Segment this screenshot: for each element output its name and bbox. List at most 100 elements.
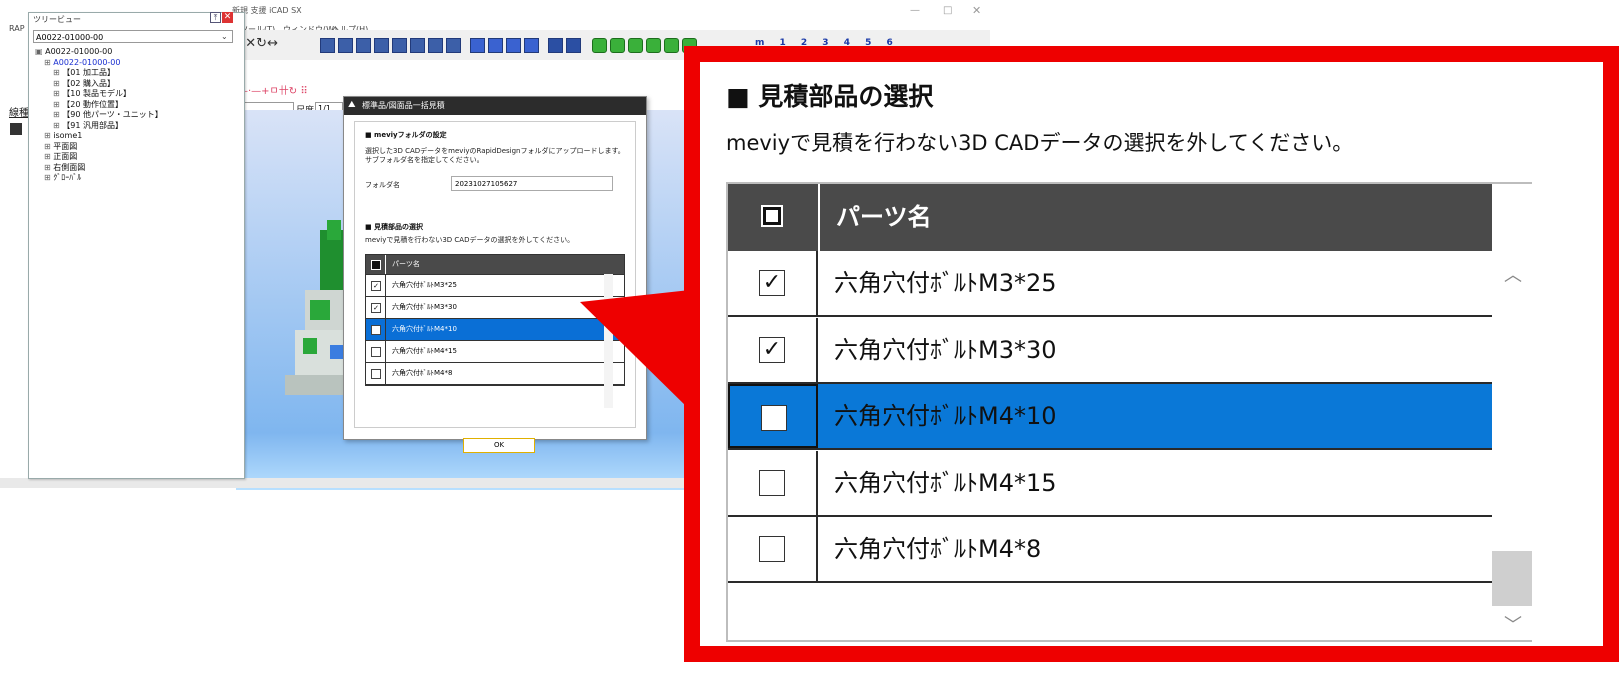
table-row[interactable]: 六角穴付ﾎﾞﾙﾄM4*10: [728, 384, 1492, 450]
toolbar-icon[interactable]: [10, 123, 22, 135]
view-icon[interactable]: [446, 38, 461, 53]
row-checkbox[interactable]: ✓: [366, 297, 386, 318]
tree-item[interactable]: ⊞ ｸﾞﾛｰﾊﾞﾙ: [29, 173, 239, 184]
tree-view-selector[interactable]: A0022-01000-00: [33, 30, 233, 43]
tree-item[interactable]: ⊞ 【90 他パーツ・ユニット】: [29, 110, 239, 121]
ok-button[interactable]: OK: [463, 438, 535, 453]
tree-node-icon: ⊞: [44, 57, 54, 67]
minimize-icon[interactable]: —: [910, 5, 920, 16]
row-checkbox[interactable]: [728, 517, 818, 581]
tree-item[interactable]: ⊞ 【20 動作位置】: [29, 100, 239, 111]
layer-icon[interactable]: [592, 38, 607, 53]
tree-item-label: 【01 加工品】: [62, 68, 115, 77]
redo-icon[interactable]: [566, 38, 581, 53]
tree-item[interactable]: ⊞ isome1: [29, 131, 239, 142]
tree-item[interactable]: ⊞ 平面図: [29, 142, 239, 153]
part-name: 六角穴付ﾎﾞﾙﾄM4*15: [834, 468, 1057, 497]
folder-section-heading: ■ meviyフォルダの設定: [365, 131, 447, 139]
close-icon[interactable]: ✕: [972, 4, 981, 17]
checkbox-icon: [759, 536, 785, 562]
view-icon[interactable]: [320, 38, 335, 53]
view-icon[interactable]: [374, 38, 389, 53]
view-icon[interactable]: [410, 38, 425, 53]
tree-item[interactable]: ▣ A0022-01000-00: [29, 47, 239, 58]
tree-item-label: 【02 購入品】: [62, 78, 115, 88]
tree-item[interactable]: ⊞ A0022-01000-00: [29, 58, 239, 69]
row-checkbox[interactable]: [728, 450, 818, 515]
tree-item[interactable]: ⊞ 【91 汎用部品】: [29, 121, 239, 132]
maximize-icon[interactable]: □: [943, 5, 952, 16]
layer-icon[interactable]: [646, 38, 661, 53]
tree-item-label: 【90 他パーツ・ユニット】: [62, 110, 163, 119]
folder-name-input[interactable]: 20231027105627: [451, 176, 613, 191]
table-row[interactable]: 六角穴付ﾎﾞﾙﾄM4*15: [728, 450, 1492, 517]
undo-icon[interactable]: [548, 38, 563, 53]
select-all-checkbox[interactable]: [366, 255, 386, 274]
shade-icon[interactable]: [524, 38, 539, 53]
tree-node-icon: ⊞: [44, 131, 54, 140]
zoom-section-title: ■ 見積部品の選択: [726, 82, 934, 111]
tree-item-label: A0022-01000-00: [53, 57, 121, 67]
app-logo-icon: ⛰: [348, 100, 356, 110]
tree-item-label: 【20 動作位置】: [62, 99, 123, 109]
parts-section-heading: ■ 見積部品の選択: [365, 223, 424, 231]
view-icon[interactable]: [428, 38, 443, 53]
tree-item-label: isome1: [53, 131, 83, 140]
row-checkbox[interactable]: [366, 341, 386, 362]
parts-table: パーツ名 ✓ 六角穴付ﾎﾞﾙﾄM3*25 ✓ 六角穴付ﾎﾞﾙﾄM3*30 六角穴付ﾎﾞﾙ…: [726, 182, 1532, 642]
tree-item[interactable]: ⊞ 【02 購入品】: [29, 79, 239, 90]
table-row[interactable]: 六角穴付ﾎﾞﾙﾄM4*8: [728, 517, 1492, 583]
chevron-down-icon[interactable]: ﹀: [1504, 611, 1522, 637]
select-all-checkbox[interactable]: [728, 184, 820, 251]
tree-node-icon: ⊞: [53, 78, 63, 88]
table-row[interactable]: ✓ 六角穴付ﾎﾞﾙﾄM3*25: [728, 251, 1492, 317]
close-icon[interactable]: ✕: [222, 12, 233, 23]
layer-icon[interactable]: [628, 38, 643, 53]
tree-view-panel: ツリービュー A0022-01000-00 ⌄ ▣ A0022-01000-00…: [28, 12, 245, 479]
scrollbar-thumb[interactable]: [1492, 551, 1532, 606]
tree-item[interactable]: ⊞ 【10 製品モデル】: [29, 89, 239, 100]
table-row[interactable]: ✓ 六角穴付ﾎﾞﾙﾄM3*30: [728, 317, 1492, 384]
chevron-down-icon[interactable]: ⌄: [221, 32, 228, 41]
vertical-scrollbar[interactable]: ︿ ﹀: [1492, 251, 1532, 640]
folder-description-line2: サブフォルダ名を指定してください。: [365, 156, 484, 164]
part-name: 六角穴付ﾎﾞﾙﾄM4*8: [834, 535, 1042, 563]
snap-icon[interactable]: —·—+ㅁ卄↻ ⠿: [238, 82, 308, 97]
dialog-title: 標準品/図面品一括見積: [344, 97, 646, 115]
parts-description: meviyで見積を行わない3D CADデータの選択を外してください。: [365, 236, 575, 244]
tree-item-label: 平面図: [53, 141, 78, 151]
tree-node-icon: ⊞: [53, 68, 63, 77]
row-checkbox[interactable]: [366, 319, 386, 340]
tree-node-icon: ⊞: [44, 152, 54, 161]
checkmark-icon: ✓: [759, 270, 785, 296]
tree-node-icon: ⊞: [53, 89, 63, 98]
tree-item[interactable]: ⊞ 【01 加工品】: [29, 68, 239, 79]
table-header: パーツ名: [366, 255, 624, 275]
tree-list: ▣ A0022-01000-00 ⊞ A0022-01000-00 ⊞ 【01 加工…: [29, 47, 239, 184]
row-checkbox[interactable]: [366, 363, 386, 384]
row-checkbox[interactable]: ✓: [728, 251, 818, 315]
tree-item[interactable]: ⊞ 右側面図: [29, 163, 239, 174]
pin-icon[interactable]: ⤒: [210, 12, 221, 23]
view-icon[interactable]: [356, 38, 371, 53]
layer-icon[interactable]: [610, 38, 625, 53]
checkmark-icon: ✓: [759, 336, 785, 363]
shade-icon[interactable]: [488, 38, 503, 53]
row-checkbox[interactable]: ✓: [728, 317, 818, 382]
zoom-section-description: meviyで見積を行わない3D CADデータの選択を外してください。: [726, 131, 1354, 155]
layer-icon[interactable]: [664, 38, 679, 53]
tree-node-icon: ⊞: [53, 99, 63, 109]
tree-item-label: 【10 製品モデル】: [62, 89, 131, 98]
part-name: 六角穴付ﾎﾞﾙﾄM3*30: [834, 335, 1057, 364]
tree-item[interactable]: ⊞ 正面図: [29, 152, 239, 163]
shade-icon[interactable]: [506, 38, 521, 53]
row-checkbox[interactable]: ✓: [366, 275, 386, 296]
shade-icon[interactable]: [470, 38, 485, 53]
view-icon[interactable]: [338, 38, 353, 53]
table-header: パーツ名: [728, 184, 1492, 251]
tree-item-label: 正面図: [53, 152, 78, 161]
view-icon[interactable]: [392, 38, 407, 53]
row-checkbox[interactable]: [728, 384, 818, 448]
part-name: 六角穴付ﾎﾞﾙﾄM4*15: [392, 347, 457, 355]
chevron-up-icon[interactable]: ︿: [1504, 261, 1522, 287]
